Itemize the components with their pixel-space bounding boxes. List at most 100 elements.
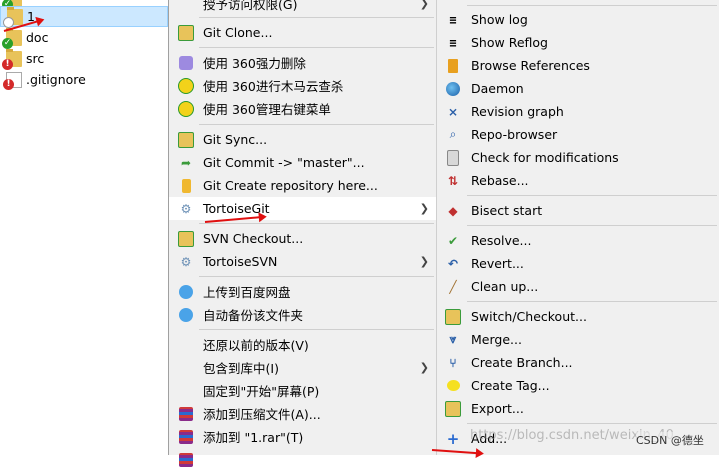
submenu-arrow-icon: ❯	[419, 202, 429, 215]
menu-item-360-menu[interactable]: 使用 360管理右键菜单	[169, 97, 436, 120]
file-name: doc	[26, 30, 49, 45]
menu-item-pin-start[interactable]: 固定到"开始"屏幕(P)	[169, 379, 436, 402]
baidu-cloud-icon	[178, 284, 194, 300]
file-row-doc[interactable]: ✓ doc	[0, 27, 168, 49]
menu-item-git-create-repo[interactable]: Git Create repository here...	[169, 174, 436, 197]
repo-browser-icon: ⌕	[449, 127, 457, 141]
folder-icon: !	[2, 48, 22, 70]
add-icon: +	[446, 429, 460, 448]
menu-item-label: 使用 360管理右键菜单	[203, 102, 331, 117]
menu-item-revision-graph[interactable]: ⨯ Revision graph	[437, 100, 719, 123]
menu-item-tortoisegit[interactable]: ⚙ TortoiseGit ❯	[169, 197, 436, 220]
menu-item-svn-checkout[interactable]: SVN Checkout...	[169, 227, 436, 250]
menu-separator	[467, 301, 717, 302]
file-icon: !	[3, 71, 22, 90]
menu-separator	[199, 223, 434, 224]
tortoisegit-icon: ⚙	[180, 201, 192, 216]
git-sync-icon	[178, 131, 194, 148]
menu-item-label: Show log	[471, 12, 528, 27]
menu-separator	[467, 195, 717, 196]
menu-item-label: Check for modifications	[471, 150, 619, 165]
winrar-icon	[178, 406, 194, 422]
menu-item-auto-backup[interactable]: 自动备份该文件夹	[169, 303, 436, 326]
export-icon	[445, 400, 461, 417]
menu-item-label: 还原以前的版本(V)	[203, 338, 309, 353]
menu-item-create-branch[interactable]: ⑂ Create Branch...	[437, 351, 719, 374]
revision-graph-icon: ⨯	[447, 104, 459, 119]
menu-item-label: Git Commit -> "master"...	[203, 155, 365, 170]
menu-item-add-rar[interactable]: 添加到 "1.rar"(T)	[169, 425, 436, 448]
menu-separator	[199, 17, 434, 18]
menu-item-label: Revision graph	[471, 104, 564, 119]
menu-item-revert[interactable]: ↶ Revert...	[437, 252, 719, 275]
menu-item-create-tag[interactable]: Create Tag...	[437, 374, 719, 397]
status-overlay-icon: !	[3, 78, 14, 90]
menu-item-upload-baidu[interactable]: 上传到百度网盘	[169, 280, 436, 303]
status-overlay-icon	[3, 16, 14, 28]
menu-separator	[199, 47, 434, 48]
menu-item-restore[interactable]: 还原以前的版本(V)	[169, 333, 436, 356]
menu-item-label: TortoiseSVN	[203, 254, 278, 269]
menu-item-bisect-start[interactable]: ◆ Bisect start	[437, 199, 719, 222]
menu-item-check-mods[interactable]: Check for modifications	[437, 146, 719, 169]
file-row-gitignore[interactable]: ! .gitignore	[0, 69, 168, 90]
file-list: ✓ 1 ✓ doc ! src ! .gitignore	[0, 0, 168, 455]
menu-item-show-log[interactable]: ≡ Show log	[437, 8, 719, 31]
menu-item-360-scan[interactable]: 使用 360进行木马云查杀	[169, 74, 436, 97]
menu-item-label: 固定到"开始"屏幕(P)	[203, 384, 320, 399]
menu-item-show-reflog[interactable]: ≡ Show Reflog	[437, 31, 719, 54]
menu-separator	[199, 124, 434, 125]
menu-item-include-lib[interactable]: 包含到库中(I) ❯	[169, 356, 436, 379]
menu-item-browse-refs[interactable]: Browse References	[437, 54, 719, 77]
tortoisesvn-icon: ⚙	[180, 254, 192, 269]
360-scan-icon	[178, 77, 194, 94]
menu-item-git-sync[interactable]: Git Sync...	[169, 128, 436, 151]
folder-icon	[3, 6, 23, 28]
menu-item-label: Git Create repository here...	[203, 178, 378, 193]
references-icon	[445, 58, 461, 74]
file-row-src[interactable]: ! src	[0, 48, 168, 70]
menu-item-label: 授予访问权限(G)	[203, 0, 298, 12]
menu-item-rebase[interactable]: ⇅ Rebase...	[437, 169, 719, 192]
menu-item-360-delete[interactable]: 使用 360强力删除	[169, 51, 436, 74]
rebase-icon: ⇅	[447, 173, 459, 188]
menu-item-daemon[interactable]: Daemon	[437, 77, 719, 100]
menu-item-label: Create Branch...	[471, 355, 573, 370]
menu-item-label: 自动备份该文件夹	[203, 308, 304, 323]
menu-item-git-clone[interactable]: Git Clone...	[169, 21, 436, 44]
menu-separator	[467, 225, 717, 226]
menu-item-export[interactable]: Export...	[437, 397, 719, 420]
log-icon: ≡	[449, 12, 457, 27]
menu-item-clean-up[interactable]: ╱ Clean up...	[437, 275, 719, 298]
winrar-icon	[178, 452, 194, 468]
menu-item-partial[interactable]	[169, 448, 436, 471]
menu-separator	[467, 423, 717, 424]
git-create-repo-icon	[178, 178, 194, 194]
menu-item-label: Switch/Checkout...	[471, 309, 587, 324]
file-name: .gitignore	[26, 72, 86, 87]
menu-item-git-commit[interactable]: ➦ Git Commit -> "master"...	[169, 151, 436, 174]
tag-icon	[445, 378, 461, 394]
menu-item-label: 添加到压缩文件(A)...	[203, 407, 321, 422]
globe-icon	[445, 81, 461, 97]
menu-item-tortoisesvn[interactable]: ⚙ TortoiseSVN ❯	[169, 250, 436, 273]
menu-item-grant-access[interactable]: 授予访问权限(G) ❯	[169, 0, 436, 15]
folder-icon: ✓	[2, 27, 22, 49]
menu-item-merge[interactable]: ⩔ Merge...	[437, 328, 719, 351]
revert-icon: ↶	[447, 256, 459, 271]
menu-item-label: Git Sync...	[203, 132, 268, 147]
menu-item-repo-browser[interactable]: ⌕ Repo-browser	[437, 123, 719, 146]
svn-checkout-icon	[178, 230, 194, 247]
menu-item-switch-checkout[interactable]: Switch/Checkout...	[437, 305, 719, 328]
menu-item-label: Create Tag...	[471, 378, 550, 393]
status-overlay-icon: ✓	[2, 37, 13, 49]
menu-item-label: Revert...	[471, 256, 524, 271]
menu-item-add-archive[interactable]: 添加到压缩文件(A)...	[169, 402, 436, 425]
bisect-icon: ◆	[448, 203, 458, 218]
menu-item-label: 上传到百度网盘	[203, 285, 291, 300]
broom-icon: ╱	[449, 279, 457, 294]
submenu-arrow-icon: ❯	[419, 255, 429, 268]
menu-item-resolve[interactable]: ✔ Resolve...	[437, 229, 719, 252]
menu-item-label: Browse References	[471, 58, 590, 73]
menu-item-label: Clean up...	[471, 279, 539, 294]
